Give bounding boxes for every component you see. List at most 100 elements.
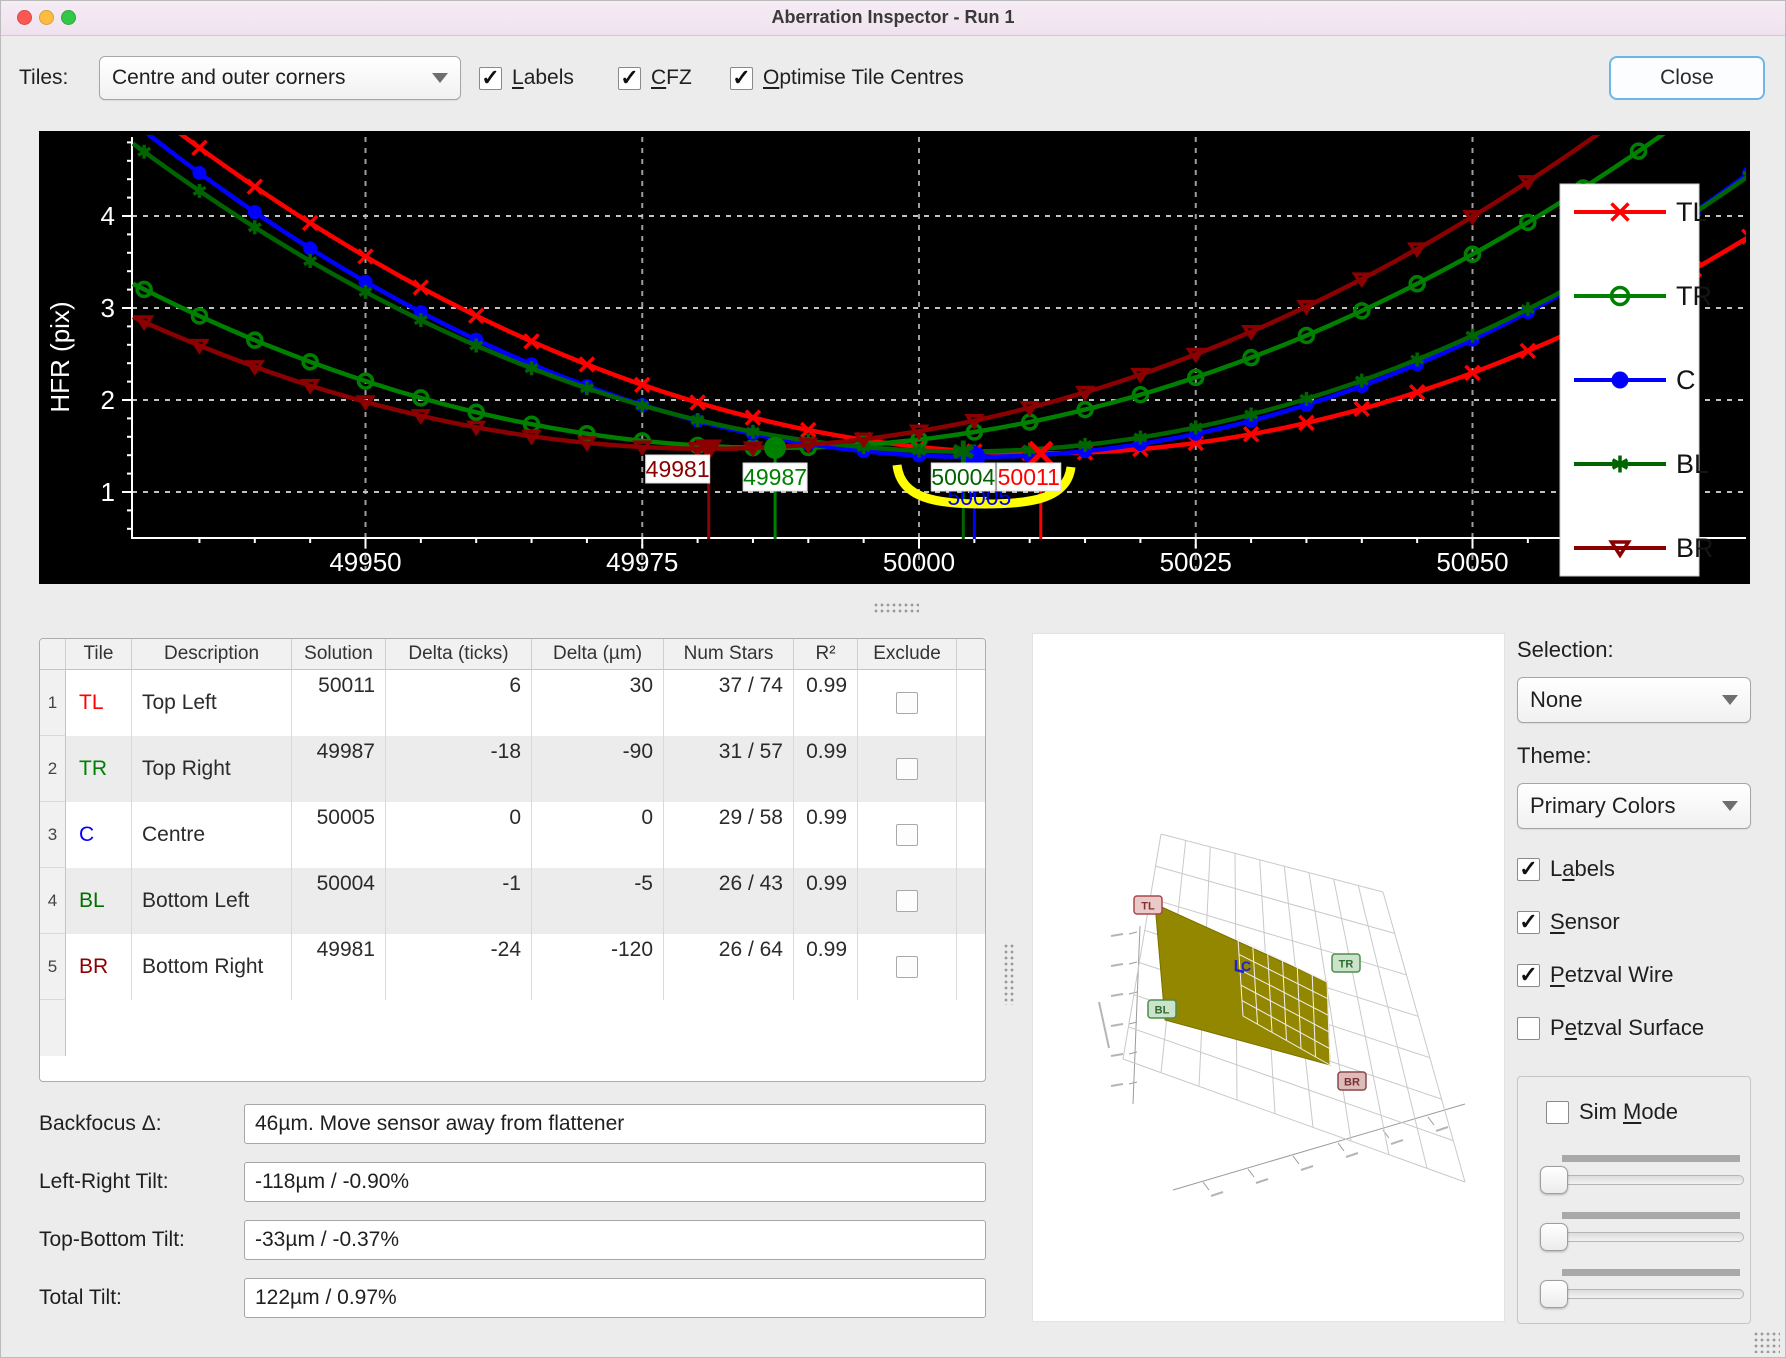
exclude-checkbox[interactable] [896,824,918,846]
close-button[interactable]: Close [1609,56,1765,100]
num-stars-value: 29 / 58 [664,802,794,868]
svg-text:49987: 49987 [743,464,807,490]
title-bar: Aberration Inspector - Run 1 [1,1,1785,36]
sensor-3d-panel[interactable]: TL TR BL BRC [1032,633,1505,1322]
table-row[interactable]: 4 BL Bottom Left 50004 -1 -5 26 / 43 0.9… [40,868,985,934]
column-header[interactable]: Num Stars [664,639,794,670]
checkbox-icon[interactable] [1517,1017,1540,1040]
slider-thumb[interactable] [1540,1166,1568,1194]
view-checkbox-labels[interactable]: ✓ Labels [1517,847,1615,891]
slider-thumb[interactable] [1540,1223,1568,1251]
checkbox-icon[interactable]: ✓ [1517,858,1540,881]
svg-text:50050: 50050 [1436,547,1508,577]
svg-text:50000: 50000 [883,547,955,577]
table-row[interactable]: 2 TR Top Right 49987 -18 -90 31 / 57 0.9… [40,736,985,802]
checkbox-icon[interactable]: ✓ [479,67,502,90]
column-header[interactable]: Delta (ticks) [386,639,532,670]
r-squared-value: 0.99 [794,736,858,802]
horizontal-splitter[interactable] [873,602,919,613]
exclude-checkbox[interactable] [896,956,918,978]
column-header[interactable]: R² [794,639,858,670]
filler-cell [957,934,985,1000]
slider-thumb[interactable] [1540,1280,1568,1308]
r-squared-value: 0.99 [794,802,858,868]
sim-slider-2[interactable] [1544,1232,1744,1242]
tile-code: BR [66,934,132,1000]
checkbox-icon[interactable] [1546,1101,1569,1124]
resize-grip[interactable] [1753,1331,1780,1353]
row-number: 2 [40,736,66,802]
column-header[interactable]: Tile [66,639,132,670]
sim-mode-label: Sim Mode [1579,1099,1678,1125]
checkbox-icon[interactable]: ✓ [618,67,641,90]
row-number: 1 [40,670,66,736]
field-label: Total Tilt: [39,1278,122,1318]
exclude-checkbox[interactable] [896,692,918,714]
view-checkbox-petzval-surface-label: Petzval Surface [1550,1015,1704,1041]
delta-ticks-value: -24 [386,934,532,1000]
table-row[interactable]: 5 BR Bottom Right 49981 -24 -120 26 / 64… [40,934,985,1000]
svg-text:49950: 49950 [329,547,401,577]
tile-code: TR [66,736,132,802]
svg-text:BR: BR [1676,533,1714,563]
field-value-box[interactable]: 122µm / 0.97% [244,1278,986,1318]
field-value-box[interactable]: -33µm / -0.37% [244,1220,986,1260]
tiles-dropdown-value: Centre and outer corners [112,66,345,90]
checkbox-icon[interactable]: ✓ [730,67,753,90]
delta-um-value: -90 [532,736,664,802]
column-header[interactable]: Exclude [858,639,957,670]
tile-badge-tl: TL [1134,896,1162,914]
view-checkbox-sensor[interactable]: ✓ Sensor [1517,900,1620,944]
toolbar-checkbox-optimise-tile-centres[interactable]: ✓ Optimise Tile Centres [730,56,964,100]
exclude-checkbox[interactable] [896,758,918,780]
selection-label: Selection: [1517,637,1614,663]
svg-text:BL: BL [1676,449,1709,479]
tile-description: Top Left [132,670,292,736]
row-number: 4 [40,868,66,934]
row-number: 5 [40,934,66,1000]
column-header[interactable]: Description [132,639,292,670]
sim-mode-checkbox[interactable]: Sim Mode [1546,1099,1678,1125]
svg-text:49975: 49975 [606,547,678,577]
tile-description: Centre [132,802,292,868]
checkbox-icon[interactable]: ✓ [1517,911,1540,934]
view-checkbox-petzval-wire[interactable]: ✓ Petzval Wire [1517,953,1673,997]
svg-text:3: 3 [101,293,115,323]
field-value-box[interactable]: 46µm. Move sensor away from flattener [244,1104,986,1144]
theme-dropdown[interactable]: Primary Colors [1517,783,1751,829]
selection-dropdown-value: None [1530,687,1583,713]
exclude-cell [858,868,957,934]
sim-slider-1[interactable] [1544,1175,1744,1185]
view-checkbox-petzval-wire-label: Petzval Wire [1550,962,1673,988]
solution-value: 49987 [292,736,386,802]
chart-legend: TLTRCBLBR [1560,184,1714,576]
column-header[interactable]: Solution [292,639,386,670]
sim-slider-3[interactable] [1544,1289,1744,1299]
row-number: 3 [40,802,66,868]
checkbox-icon[interactable]: ✓ [1517,964,1540,987]
window-title: Aberration Inspector - Run 1 [1,1,1785,34]
vertical-splitter[interactable] [1003,943,1014,1005]
slider-tickbar [1562,1212,1740,1219]
focus-curve-chart: 49950499755000050025500501234HFR (pix)50… [39,131,1750,584]
delta-ticks-value: 6 [386,670,532,736]
toolbar-checkbox-cfz-label: CFZ [651,66,692,90]
column-header[interactable]: Delta (µm) [532,639,664,670]
delta-um-value: 30 [532,670,664,736]
svg-text:50011: 50011 [998,464,1060,490]
view-checkbox-petzval-surface[interactable]: Petzval Surface [1517,1006,1704,1050]
table-row[interactable]: 1 TL Top Left 50011 6 30 37 / 74 0.99 [40,670,985,736]
svg-text:2: 2 [101,385,115,415]
tiles-dropdown[interactable]: Centre and outer corners [99,56,461,100]
table-row[interactable]: 3 C Centre 50005 0 0 29 / 58 0.99 [40,802,985,868]
toolbar-checkbox-cfz[interactable]: ✓ CFZ [618,56,692,100]
field-value-box[interactable]: -118µm / -0.90% [244,1162,986,1202]
theme-label: Theme: [1517,743,1592,769]
exclude-cell [858,736,957,802]
exclude-checkbox[interactable] [896,890,918,912]
field-label: Backfocus Δ: [39,1104,162,1144]
solution-value: 49981 [292,934,386,1000]
selection-dropdown[interactable]: None [1517,677,1751,723]
theme-dropdown-value: Primary Colors [1530,793,1675,819]
toolbar-checkbox-labels[interactable]: ✓ Labels [479,56,574,100]
